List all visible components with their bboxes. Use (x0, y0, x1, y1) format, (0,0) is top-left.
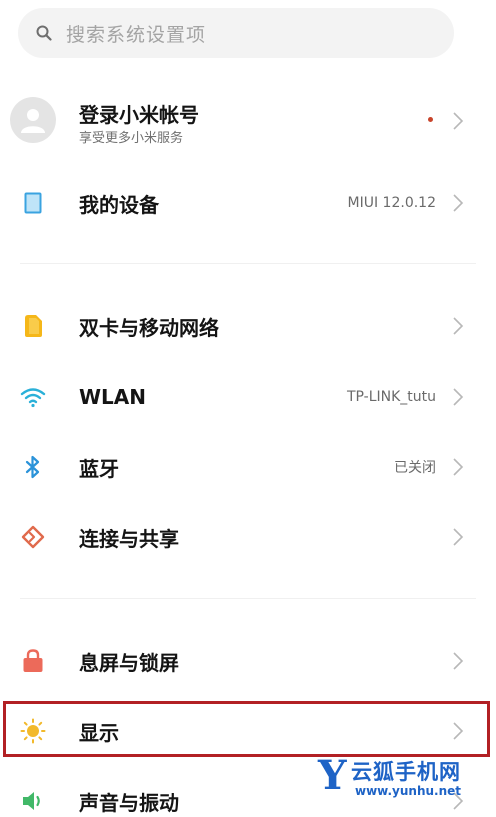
watermark-url: www.yunhu.net (355, 784, 462, 798)
network-item-label: 连接与共享 (79, 526, 179, 551)
wlan-value: TP-LINK_tutu (346, 389, 436, 405)
network-item-label: 双卡与移动网络 (79, 315, 219, 340)
lock-icon (20, 648, 46, 674)
account-title: 登录小米帐号 (79, 103, 199, 127)
bluetooth-value: 已关闭 (394, 460, 436, 476)
chevron-right-icon (453, 388, 464, 406)
network-item-bluetooth[interactable]: 蓝牙 已关闭 (0, 454, 496, 481)
system-item-label: 声音与振动 (79, 790, 179, 815)
chevron-right-icon (453, 652, 464, 670)
system-item-label: 息屏与锁屏 (79, 650, 179, 675)
account-row[interactable]: 登录小米帐号 享受更多小米服务 (0, 97, 496, 146)
avatar (10, 97, 56, 143)
watermark-logo: Y 云狐手机网 www.yunhu.net (318, 754, 496, 808)
chevron-right-icon (453, 528, 464, 546)
display-highlight-box (3, 701, 490, 757)
chevron-right-icon (453, 458, 464, 476)
search-icon (36, 25, 52, 41)
search-bar[interactable]: 搜索系统设置项 (18, 8, 454, 58)
my-device-title: 我的设备 (79, 192, 159, 217)
my-device-row[interactable]: 我的设备 MIUI 12.0.12 (0, 190, 496, 217)
watermark-y-logo: Y (318, 752, 347, 799)
network-item-sharing[interactable]: 连接与共享 (0, 524, 496, 551)
connection-sharing-icon (20, 524, 46, 550)
watermark-name: 云狐手机网 (351, 760, 461, 784)
notification-dot (428, 117, 433, 122)
network-item-wlan[interactable]: WLAN TP-LINK_tutu (0, 384, 496, 410)
account-subtitle: 享受更多小米服务 (79, 131, 184, 146)
bluetooth-icon (20, 454, 46, 480)
chevron-right-icon (453, 317, 464, 335)
my-device-value: MIUI 12.0.12 (347, 195, 436, 211)
speaker-icon (20, 788, 46, 814)
sim-card-icon (20, 313, 46, 339)
search-placeholder: 搜索系统设置项 (66, 23, 207, 46)
system-item-lock-screen[interactable]: 息屏与锁屏 (0, 648, 496, 675)
device-icon (20, 190, 46, 216)
section-divider (20, 598, 476, 599)
wifi-icon (20, 384, 46, 410)
network-item-label: WLAN (79, 385, 147, 409)
chevron-right-icon (453, 194, 464, 212)
network-item-sim[interactable]: 双卡与移动网络 (0, 313, 496, 340)
chevron-right-icon (453, 112, 464, 130)
user-icon (21, 109, 45, 133)
section-divider (20, 263, 476, 264)
network-item-label: 蓝牙 (79, 456, 119, 481)
